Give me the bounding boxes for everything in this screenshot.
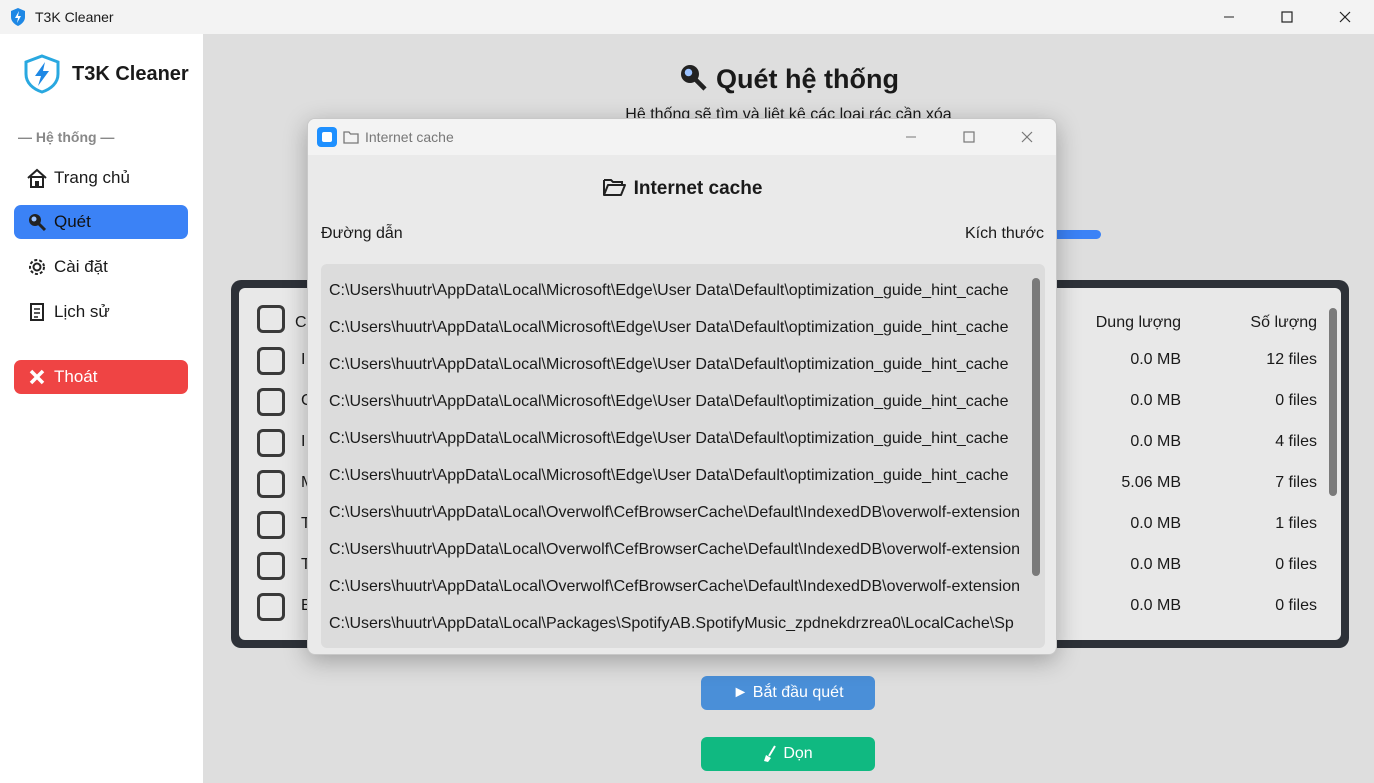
row-checkbox[interactable] bbox=[257, 388, 285, 416]
row-checkbox[interactable] bbox=[257, 429, 285, 457]
dialog-window-title: Internet cache bbox=[365, 129, 454, 145]
row-size: 5.06 MB bbox=[1121, 474, 1181, 491]
row-size: 0.0 MB bbox=[1130, 556, 1181, 573]
clean-button[interactable]: Dọn bbox=[701, 737, 875, 771]
row-size: 0.0 MB bbox=[1130, 351, 1181, 368]
page-title-text: Quét hệ thống bbox=[716, 64, 899, 94]
dialog-titlebar: Internet cache bbox=[308, 119, 1056, 155]
sidebar-item-settings[interactable]: Cài đặt bbox=[14, 250, 188, 284]
list-item[interactable]: C:\Users\huutr\AppData\Local\Microsoft\E… bbox=[329, 383, 1025, 420]
row-count: 0 files bbox=[1275, 597, 1317, 614]
table-scrollbar[interactable] bbox=[1329, 308, 1337, 496]
gear-icon bbox=[26, 256, 48, 278]
close-icon bbox=[1021, 131, 1033, 143]
row-checkbox[interactable] bbox=[257, 470, 285, 498]
sidebar-item-scan[interactable]: Quét bbox=[14, 205, 188, 239]
brand-shield-icon bbox=[24, 54, 60, 94]
sidebar-item-history[interactable]: Lịch sử bbox=[14, 295, 188, 329]
row-checkbox[interactable] bbox=[257, 593, 285, 621]
row-size: 0.0 MB bbox=[1130, 392, 1181, 409]
row-size: 0.0 MB bbox=[1130, 433, 1181, 450]
list-item[interactable]: C:\Users\huutr\AppData\Local\Microsoft\E… bbox=[329, 457, 1025, 494]
magnifier-icon bbox=[678, 62, 708, 99]
sidebar-item-label: Trang chủ bbox=[54, 168, 130, 187]
row-label: I bbox=[301, 351, 306, 368]
section-label: — Hệ thống — bbox=[18, 129, 115, 145]
close-button[interactable] bbox=[1316, 0, 1374, 34]
exit-label: Thoát bbox=[54, 367, 98, 386]
folder-icon bbox=[343, 130, 359, 144]
list-item[interactable]: C:\Users\huutr\AppData\Local\Microsoft\E… bbox=[329, 420, 1025, 457]
column-header-count: Số lượng bbox=[1250, 314, 1317, 331]
house-icon bbox=[26, 167, 48, 189]
minimize-button[interactable] bbox=[1200, 0, 1258, 34]
close-icon bbox=[1339, 11, 1351, 23]
window-titlebar: T3K Cleaner bbox=[0, 0, 1374, 34]
maximize-button[interactable] bbox=[1258, 0, 1316, 34]
cross-icon bbox=[26, 366, 48, 388]
list-item[interactable]: C:\Users\huutr\AppData\Local\Microsoft\E… bbox=[329, 346, 1025, 383]
list-item[interactable]: C:\Users\huutr\AppData\Local\Microsoft\E… bbox=[329, 272, 1025, 309]
sidebar-item-label: Lịch sử bbox=[54, 302, 110, 321]
dialog-minimize-button[interactable] bbox=[882, 119, 940, 155]
list-item[interactable]: C:\Users\huutr\AppData\Local\Packages\Sp… bbox=[329, 605, 1025, 642]
row-checkbox[interactable] bbox=[257, 511, 285, 539]
select-all-checkbox[interactable] bbox=[257, 305, 285, 333]
sidebar-item-home[interactable]: Trang chủ bbox=[14, 161, 188, 195]
list-scrollbar[interactable] bbox=[1032, 278, 1040, 576]
exit-button[interactable]: Thoát bbox=[14, 360, 188, 394]
clean-label: Dọn bbox=[783, 745, 813, 762]
dialog-heading-text: Internet cache bbox=[633, 178, 763, 199]
internet-cache-dialog: Internet cache Internet cache Đường dẫn … bbox=[307, 118, 1057, 655]
dialog-maximize-button[interactable] bbox=[940, 119, 998, 155]
row-checkbox[interactable] bbox=[257, 552, 285, 580]
maximize-icon bbox=[963, 131, 975, 143]
sidebar-item-label: Quét bbox=[54, 212, 91, 231]
row-count: 0 files bbox=[1275, 392, 1317, 409]
folder-open-icon bbox=[602, 177, 626, 203]
minimize-icon bbox=[1224, 16, 1234, 18]
row-size: 0.0 MB bbox=[1130, 515, 1181, 532]
magnifier-icon bbox=[26, 211, 48, 233]
dialog-heading: Internet cache bbox=[308, 177, 1056, 203]
column-header-size: Dung lượng bbox=[1095, 314, 1181, 331]
row-checkbox[interactable] bbox=[257, 347, 285, 375]
scroll-icon bbox=[26, 301, 48, 323]
path-list: C:\Users\huutr\AppData\Local\Microsoft\E… bbox=[321, 264, 1045, 648]
sidebar: T3K Cleaner — Hệ thống — Trang chủ Quét … bbox=[0, 34, 203, 783]
row-count: 4 files bbox=[1275, 433, 1317, 450]
column-header-size: Kích thước bbox=[964, 225, 1044, 242]
list-item[interactable]: C:\Users\huutr\AppData\Local\Overwolf\Ce… bbox=[329, 494, 1025, 531]
row-label: I bbox=[301, 433, 306, 450]
minimize-icon bbox=[906, 136, 916, 138]
row-count: 1 files bbox=[1275, 515, 1317, 532]
lightning-shield-icon bbox=[8, 7, 28, 27]
maximize-icon bbox=[1281, 11, 1293, 23]
app-icon bbox=[317, 127, 337, 147]
start-scan-button[interactable]: ► Bắt đầu quét bbox=[701, 676, 875, 710]
row-count: 12 files bbox=[1266, 351, 1317, 368]
window-title: T3K Cleaner bbox=[35, 9, 114, 25]
dialog-close-button[interactable] bbox=[998, 119, 1056, 155]
brand-name: T3K Cleaner bbox=[72, 62, 189, 85]
row-count: 7 files bbox=[1275, 474, 1317, 491]
page-title: Quét hệ thống bbox=[203, 62, 1374, 99]
column-header-path: Đường dẫn bbox=[321, 225, 403, 242]
broom-icon bbox=[763, 745, 777, 763]
list-item[interactable]: C:\Users\huutr\AppData\Local\Overwolf\Ce… bbox=[329, 531, 1025, 568]
row-count: 0 files bbox=[1275, 556, 1317, 573]
list-item[interactable]: C:\Users\huutr\AppData\Local\Microsoft\E… bbox=[329, 309, 1025, 346]
sidebar-item-label: Cài đặt bbox=[54, 257, 108, 276]
row-size: 0.0 MB bbox=[1130, 597, 1181, 614]
list-item[interactable]: C:\Users\huutr\AppData\Local\Overwolf\Ce… bbox=[329, 568, 1025, 605]
brand: T3K Cleaner bbox=[22, 54, 189, 94]
